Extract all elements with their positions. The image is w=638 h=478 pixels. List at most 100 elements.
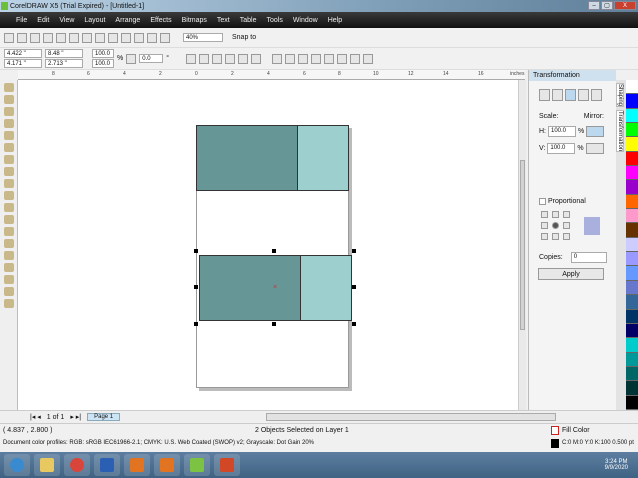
v-scale-field[interactable]: 100.0 xyxy=(547,143,576,154)
simplify-icon[interactable] xyxy=(311,53,322,64)
basic-shapes-icon[interactable] xyxy=(4,191,14,200)
rotate-icon[interactable] xyxy=(552,89,563,101)
next-page-icon[interactable]: ▸ ▸| xyxy=(70,413,81,421)
close-button[interactable]: X xyxy=(614,1,636,10)
app-orange-icon[interactable] xyxy=(124,454,150,476)
color-swatch[interactable] xyxy=(626,151,638,167)
interactive-fill-icon[interactable] xyxy=(4,299,14,308)
align-icon[interactable] xyxy=(363,53,374,64)
menu-effects[interactable]: Effects xyxy=(150,17,171,24)
create-boundary-icon[interactable] xyxy=(350,53,361,64)
selection-handle[interactable] xyxy=(194,249,198,253)
fill-tool-icon[interactable] xyxy=(4,287,14,296)
front-minus-back-icon[interactable] xyxy=(324,53,335,64)
horizontal-scrollbar[interactable] xyxy=(266,413,557,421)
save-icon[interactable] xyxy=(30,32,40,43)
x-position-field[interactable]: 4.422 " xyxy=(4,49,42,58)
menu-tools[interactable]: Tools xyxy=(266,17,282,24)
mirror-horizontal-icon[interactable] xyxy=(186,53,197,64)
color-swatch[interactable] xyxy=(626,338,638,353)
powerpoint-icon[interactable] xyxy=(214,454,240,476)
wrap-text-icon[interactable] xyxy=(212,53,223,64)
import-icon[interactable] xyxy=(121,32,131,43)
freehand-tool-icon[interactable] xyxy=(4,131,14,140)
ungroup-icon[interactable] xyxy=(251,53,262,64)
y-position-field[interactable]: 4.171 " xyxy=(4,59,42,68)
open-icon[interactable] xyxy=(17,32,27,43)
color-swatch[interactable] xyxy=(626,94,638,109)
page-tab[interactable]: Page 1 xyxy=(87,413,121,421)
start-button[interactable] xyxy=(4,454,30,476)
width-field[interactable]: 8.48 " xyxy=(45,49,83,58)
connector-tool-icon[interactable] xyxy=(4,239,14,248)
table-tool-icon[interactable] xyxy=(4,215,14,224)
zoom-tool-icon[interactable] xyxy=(4,119,14,128)
selection-handle[interactable] xyxy=(352,285,356,289)
color-swatch[interactable] xyxy=(626,209,638,224)
color-swatch[interactable] xyxy=(626,295,638,310)
first-page-icon[interactable]: |◂ ◂ xyxy=(30,413,41,421)
cut-icon[interactable] xyxy=(56,32,66,43)
anchor-grid[interactable] xyxy=(541,211,570,240)
crop-tool-icon[interactable] xyxy=(4,107,14,116)
tab-shaping[interactable]: Shaping xyxy=(616,83,624,108)
selection-handle[interactable] xyxy=(194,285,198,289)
combine-icon[interactable] xyxy=(225,53,236,64)
color-swatch[interactable] xyxy=(626,381,638,396)
word-icon[interactable] xyxy=(94,454,120,476)
rectangle-tool-icon[interactable] xyxy=(4,155,14,164)
color-swatch[interactable] xyxy=(626,108,638,124)
position-icon[interactable] xyxy=(539,89,550,101)
print-icon[interactable] xyxy=(43,32,53,43)
redo-icon[interactable] xyxy=(108,32,118,43)
lock-ratio-icon[interactable] xyxy=(126,53,137,64)
height-field[interactable]: 2.713 " xyxy=(45,59,83,68)
smart-fill-icon[interactable] xyxy=(4,143,14,152)
menu-layout[interactable]: Layout xyxy=(84,17,105,24)
text-tool-icon[interactable] xyxy=(4,203,14,212)
color-swatch[interactable] xyxy=(626,395,638,410)
menu-arrange[interactable]: Arrange xyxy=(115,17,140,24)
color-swatch[interactable] xyxy=(626,280,638,296)
scale-y-field[interactable]: 100.0 xyxy=(92,59,114,68)
back-minus-front-icon[interactable] xyxy=(337,53,348,64)
minimize-button[interactable]: – xyxy=(588,1,600,10)
eyedropper-icon[interactable] xyxy=(4,263,14,272)
apply-button[interactable]: Apply xyxy=(538,268,604,280)
color-swatch[interactable] xyxy=(626,252,638,267)
menu-help[interactable]: Help xyxy=(328,17,342,24)
color-swatch[interactable] xyxy=(626,180,638,195)
copy-icon[interactable] xyxy=(69,32,79,43)
color-swatch[interactable] xyxy=(626,366,638,382)
export-icon[interactable] xyxy=(134,32,144,43)
shape-tool-icon[interactable] xyxy=(4,95,14,104)
rectangle-light-bottom[interactable] xyxy=(300,255,352,321)
scroll-thumb[interactable] xyxy=(520,160,525,330)
selection-handle[interactable] xyxy=(272,322,276,326)
rectangle-light-top[interactable] xyxy=(297,125,349,191)
mirror-vertical-button[interactable] xyxy=(585,143,604,154)
color-profile-text[interactable]: Document color profiles: RGB: sRGB IEC61… xyxy=(3,440,314,446)
rotation-field[interactable]: 0.0 xyxy=(139,54,164,63)
color-swatch[interactable] xyxy=(626,166,638,181)
color-swatch[interactable] xyxy=(626,352,638,367)
color-swatch[interactable] xyxy=(626,80,638,95)
chrome-icon[interactable] xyxy=(64,454,90,476)
mirror-vertical-icon[interactable] xyxy=(199,53,210,64)
color-swatch[interactable] xyxy=(626,323,638,339)
menu-text[interactable]: Text xyxy=(217,17,230,24)
group-icon[interactable] xyxy=(238,53,249,64)
menu-edit[interactable]: Edit xyxy=(37,17,49,24)
menu-bitmaps[interactable]: Bitmaps xyxy=(182,17,207,24)
welcome-icon[interactable] xyxy=(160,32,170,43)
menu-file[interactable]: File xyxy=(16,17,27,24)
skew-icon[interactable] xyxy=(591,89,602,101)
explorer-icon[interactable] xyxy=(34,454,60,476)
proportional-checkbox[interactable] xyxy=(539,198,546,205)
selection-handle[interactable] xyxy=(272,249,276,253)
color-swatch[interactable] xyxy=(626,123,638,138)
rectangle-dark-top[interactable] xyxy=(196,125,298,191)
polygon-tool-icon[interactable] xyxy=(4,179,14,188)
trim-icon[interactable] xyxy=(285,53,296,64)
rectangle-dark-bottom[interactable] xyxy=(199,255,301,321)
